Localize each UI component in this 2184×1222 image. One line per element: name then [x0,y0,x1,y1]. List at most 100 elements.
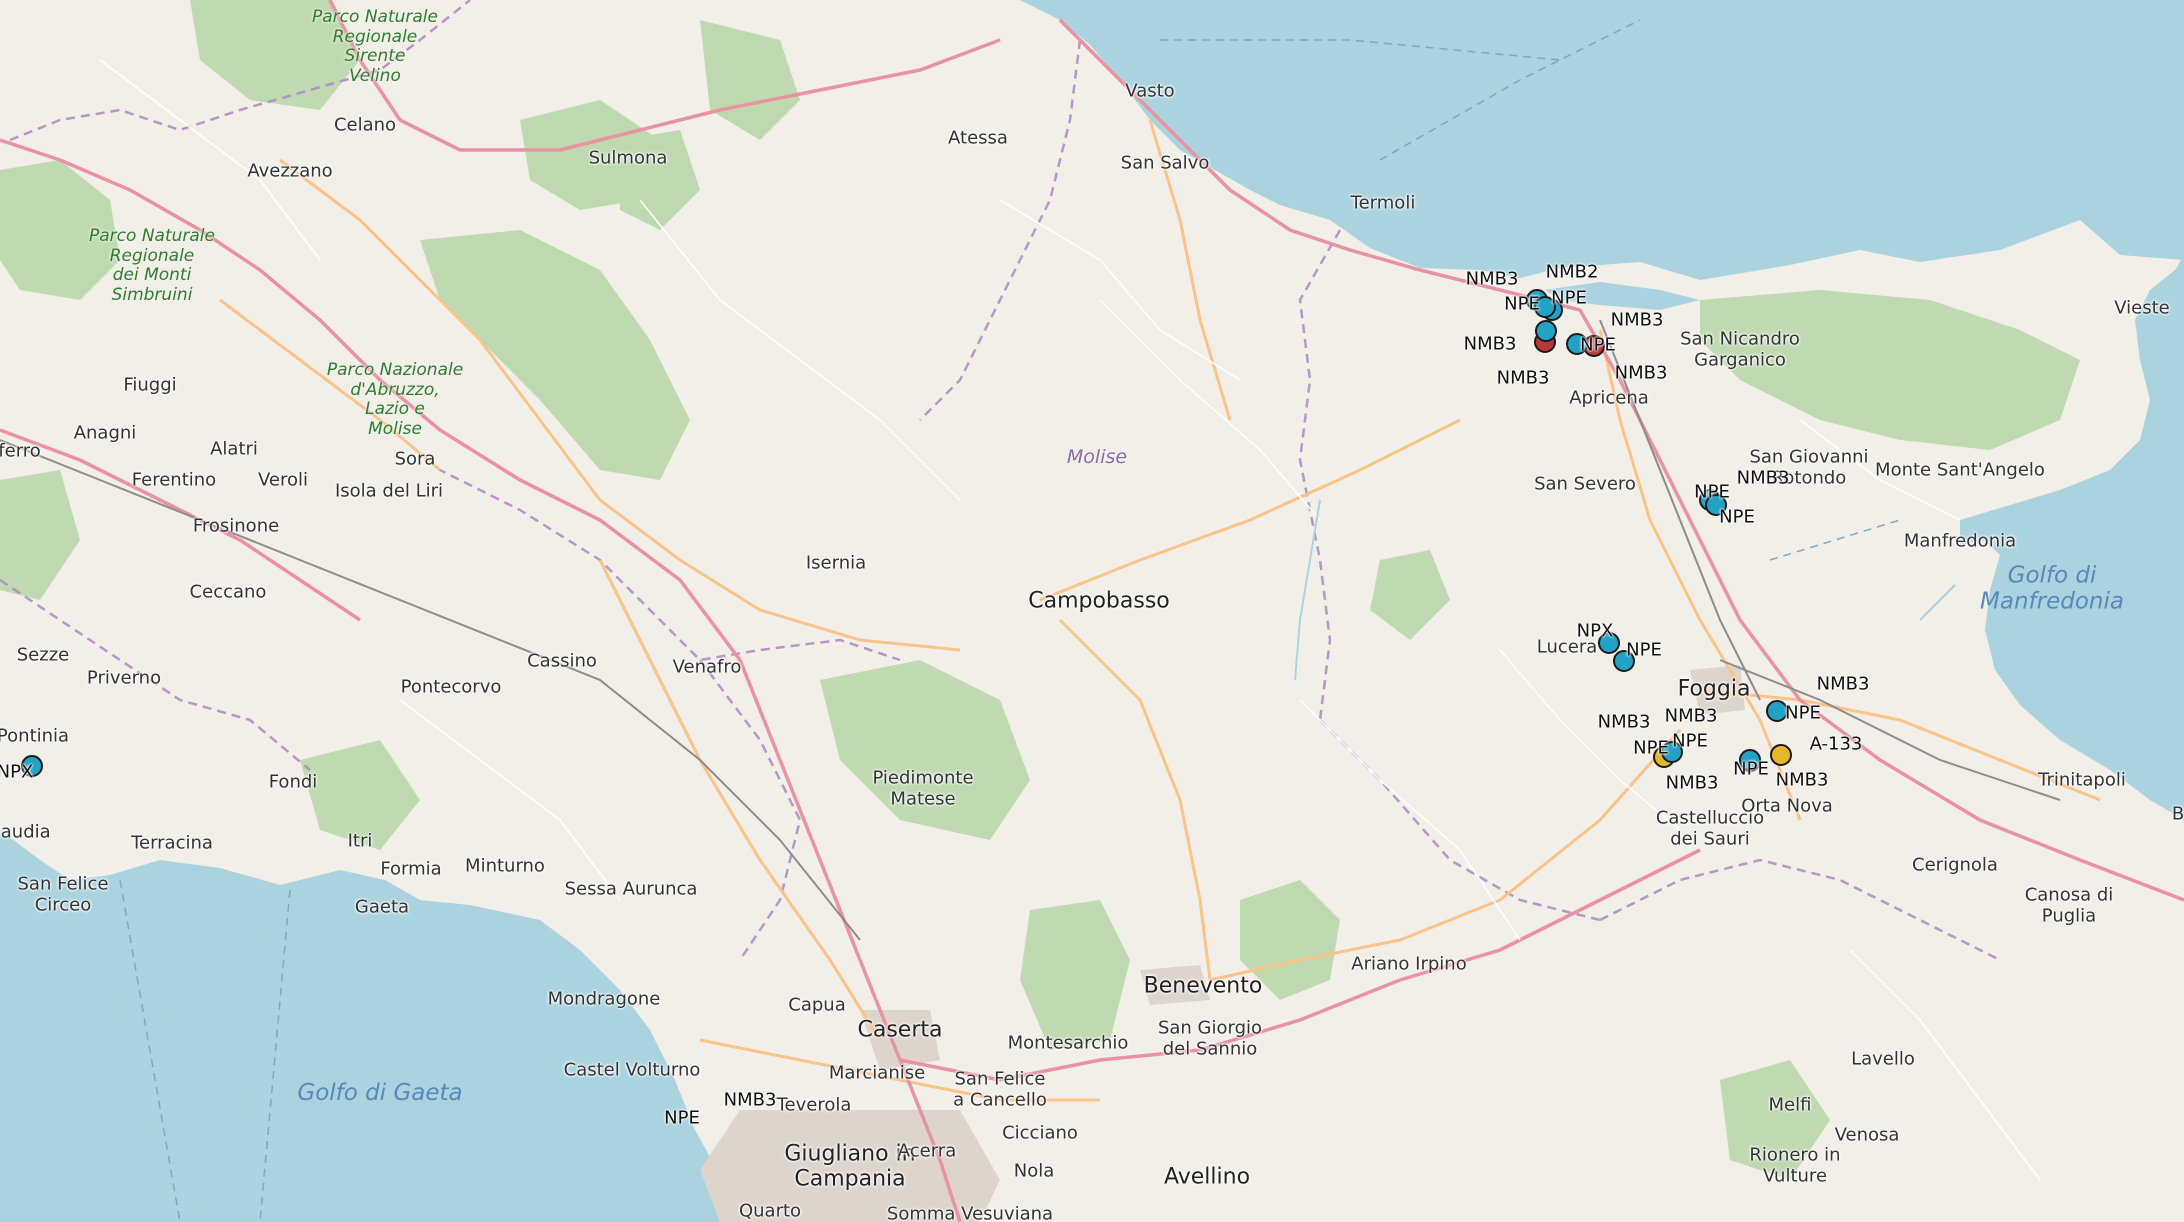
place-label: Alatri [210,438,258,460]
place-label: Fiuggi [123,374,177,396]
place-label: Sora [394,448,436,470]
place-label: Campobasso [1028,588,1170,614]
place-label: Montesarchio [1007,1032,1129,1054]
station-code-label: NMB3 [1665,772,1719,794]
station-code-label: NMB3 [1496,367,1550,389]
station-code-label: NPX [1576,620,1614,642]
place-label: Cassino [527,650,597,672]
place-label: Giugliano in Campania [784,1141,916,1192]
place-label: Apricena [1569,387,1649,409]
place-label: Itri [347,830,373,852]
place-label: Monte Sant'Angelo [1875,459,2045,481]
station-code-label: NMB3 [1597,711,1651,733]
place-label: Sezze [16,644,70,666]
station-code-label: NPE [1633,737,1669,759]
place-label: Avezzano [247,160,333,182]
region-label: Molise [1066,446,1128,469]
place-label: Somma Vesuviana [886,1203,1054,1222]
place-label: Ferentino [131,469,217,491]
place-label: Vasto [1125,80,1175,102]
place-label: Frosinone [192,515,280,537]
place-label: Pontinia [0,725,70,747]
place-label: San Nicandro Garganico [1680,328,1800,370]
place-label: Marcianise [828,1062,926,1084]
station-code-label: NMB3 [1610,309,1664,331]
station-code-label: NPE [1733,758,1769,780]
station-code-label: NMB3 [1664,705,1718,727]
place-label: Cerignola [1912,854,1998,876]
place-label: Pontecorvo [400,676,502,698]
station-code-label: NPE [1551,287,1587,309]
place-label: Acerra [897,1140,957,1162]
place-label: Gaeta [354,896,410,918]
place-label: Isola del Liri [334,480,444,502]
station-code-label: NMB3 [723,1089,777,1111]
place-label: Castel Volturno [563,1059,701,1081]
place-label: Orta Nova [1741,795,1833,817]
place-label: Manfredonia [1903,530,2017,552]
place-label: Isernia [805,552,867,574]
place-label: Priverno [86,667,162,689]
place-label: Venosa [1834,1124,1900,1146]
station-code-label: NPE [1626,639,1662,661]
place-label: Caserta [857,1017,943,1043]
place-label: Melfi [1768,1094,1812,1116]
station-code-label: NPX [0,761,34,783]
place-label: Fondi [268,771,318,793]
place-label: Sessa Aurunca [564,878,698,900]
station-code-label: NMB3 [1736,467,1790,489]
place-label: Rionero in Vulture [1749,1144,1841,1186]
place-label: baudia [0,821,51,843]
station-code-label: NMB3 [1614,362,1668,384]
place-label: Formia [380,858,442,880]
yellow-station-marker[interactable] [1770,744,1792,766]
place-label: Minturno [465,855,545,877]
sea-label: Golfo di Manfredonia [1980,562,2124,615]
place-label: B [2171,803,2184,825]
place-label: San Salvo [1120,152,1210,174]
station-code-label: NMB3 [1465,268,1519,290]
place-label: Anagni [73,422,137,444]
station-code-label: NPE [1504,293,1540,315]
blue-station-marker[interactable] [1535,320,1557,342]
station-code-label: NPE [1580,334,1616,356]
place-label: Mondragone [547,988,661,1010]
place-label: Celano [333,114,397,136]
station-code-label: A-133 [1809,733,1863,755]
place-label: Capua [788,994,846,1016]
park-label: Parco Nazionale d'Abruzzo, Lazio e Molise [326,359,464,439]
place-label: Atessa [948,127,1008,149]
station-code-label: NPE [1785,702,1821,724]
station-code-label: NPE [1672,730,1708,752]
place-label: San Giorgio del Sannio [1157,1017,1263,1059]
station-code-label: NMB2 [1545,261,1599,283]
place-label: San Severo [1534,473,1636,495]
place-label: eferro [0,440,41,462]
place-label: Trinitapoli [2038,769,2126,791]
station-code-label: NMB3 [1775,769,1829,791]
station-code-label: NPE [1694,481,1730,503]
place-label: Veroli [257,469,309,491]
park-label: Parco Naturale Regionale Sirente Velino [312,6,438,86]
place-label: San Felice a Cancello [953,1068,1047,1110]
map-canvas[interactable]: Vasto Atessa San Salvo Termoli Celano Sulmona… [0,0,2184,1222]
place-label: Cicciano [1002,1122,1078,1144]
place-label: Teverola [776,1094,852,1116]
place-label: Ceccano [189,581,267,603]
place-label: Benevento [1143,973,1263,999]
place-label: Vieste [2114,297,2170,319]
park-label: Parco Naturale Regionale dei Monti Simbruin… [89,225,215,305]
station-code-label: NMB3 [1463,333,1517,355]
place-label: Quarto [738,1200,802,1222]
place-label: Lavello [1851,1048,1915,1070]
place-label: Ariano Irpino [1351,953,1467,975]
place-label: Termoli [1350,192,1416,214]
place-label: Piedimonte Matese [872,767,974,809]
place-label: Sulmona [588,147,668,169]
place-label: Terracina [131,832,213,854]
station-code-label: NMB3 [1816,673,1870,695]
place-label: Foggia [1677,676,1751,702]
place-label: Avellino [1163,1164,1251,1190]
place-label: Nola [1013,1160,1055,1182]
place-label: San Felice Circeo [17,873,109,915]
